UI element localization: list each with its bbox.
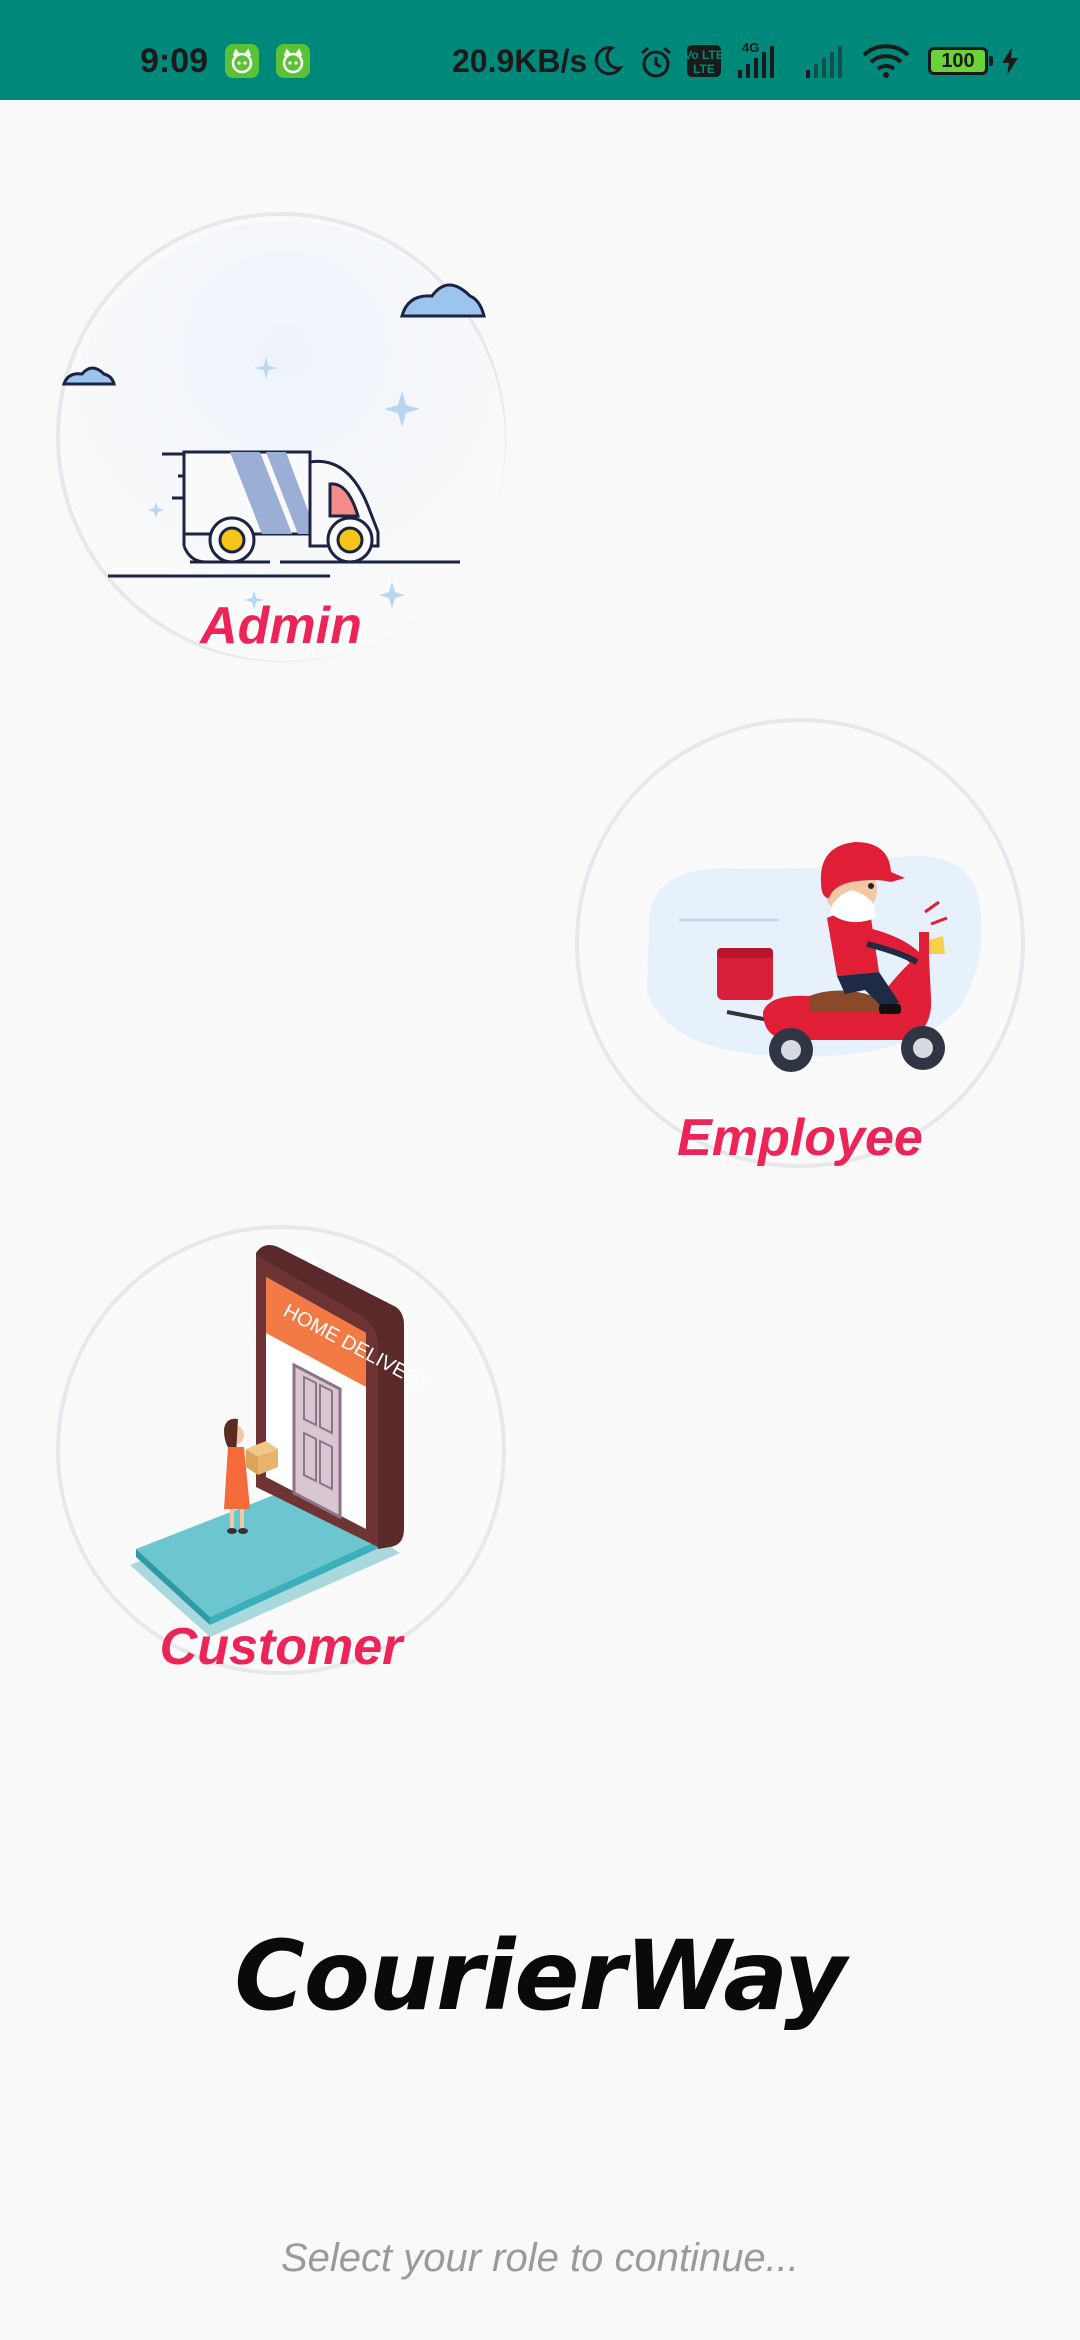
status-time: 9:09 <box>140 42 209 80</box>
scooter-rider-icon <box>647 842 982 1072</box>
cat-app-icon <box>225 44 259 78</box>
status-bar: 9:09 20.9KB/s Vo LTE LTE 4G 100 <box>0 0 1080 100</box>
role-card-customer[interactable]: HOME DELIVERY Customer <box>56 1225 506 1676</box>
role-card-employee[interactable]: Employee <box>575 718 1025 1168</box>
role-hint-text: Select your role to continue... <box>280 2236 800 2280</box>
moon-icon <box>590 44 624 83</box>
cat-app-icon <box>276 44 310 78</box>
volte-icon: Vo LTE LTE <box>684 44 724 83</box>
role-label-customer: Customer <box>159 1618 403 1676</box>
volte-label: Vo LTE <box>686 48 722 62</box>
battery-icon: 100 <box>928 47 993 75</box>
network-speed: 20.9KB/s <box>452 43 588 79</box>
network-type-label: 4G <box>742 40 759 55</box>
alarm-icon <box>638 44 674 85</box>
role-card-admin[interactable]: Admin <box>56 212 506 662</box>
svg-text:LTE: LTE <box>693 62 715 76</box>
app-title: CourierWay <box>234 1920 846 2032</box>
signal-icon: 4G <box>736 40 780 85</box>
role-label-admin: Admin <box>200 597 362 655</box>
role-label-employee: Employee <box>677 1109 923 1167</box>
wifi-icon <box>862 44 910 83</box>
phone-home-delivery-icon: HOME DELIVERY <box>130 1245 435 1637</box>
signal-icon <box>804 42 848 85</box>
charging-icon <box>1000 46 1020 81</box>
